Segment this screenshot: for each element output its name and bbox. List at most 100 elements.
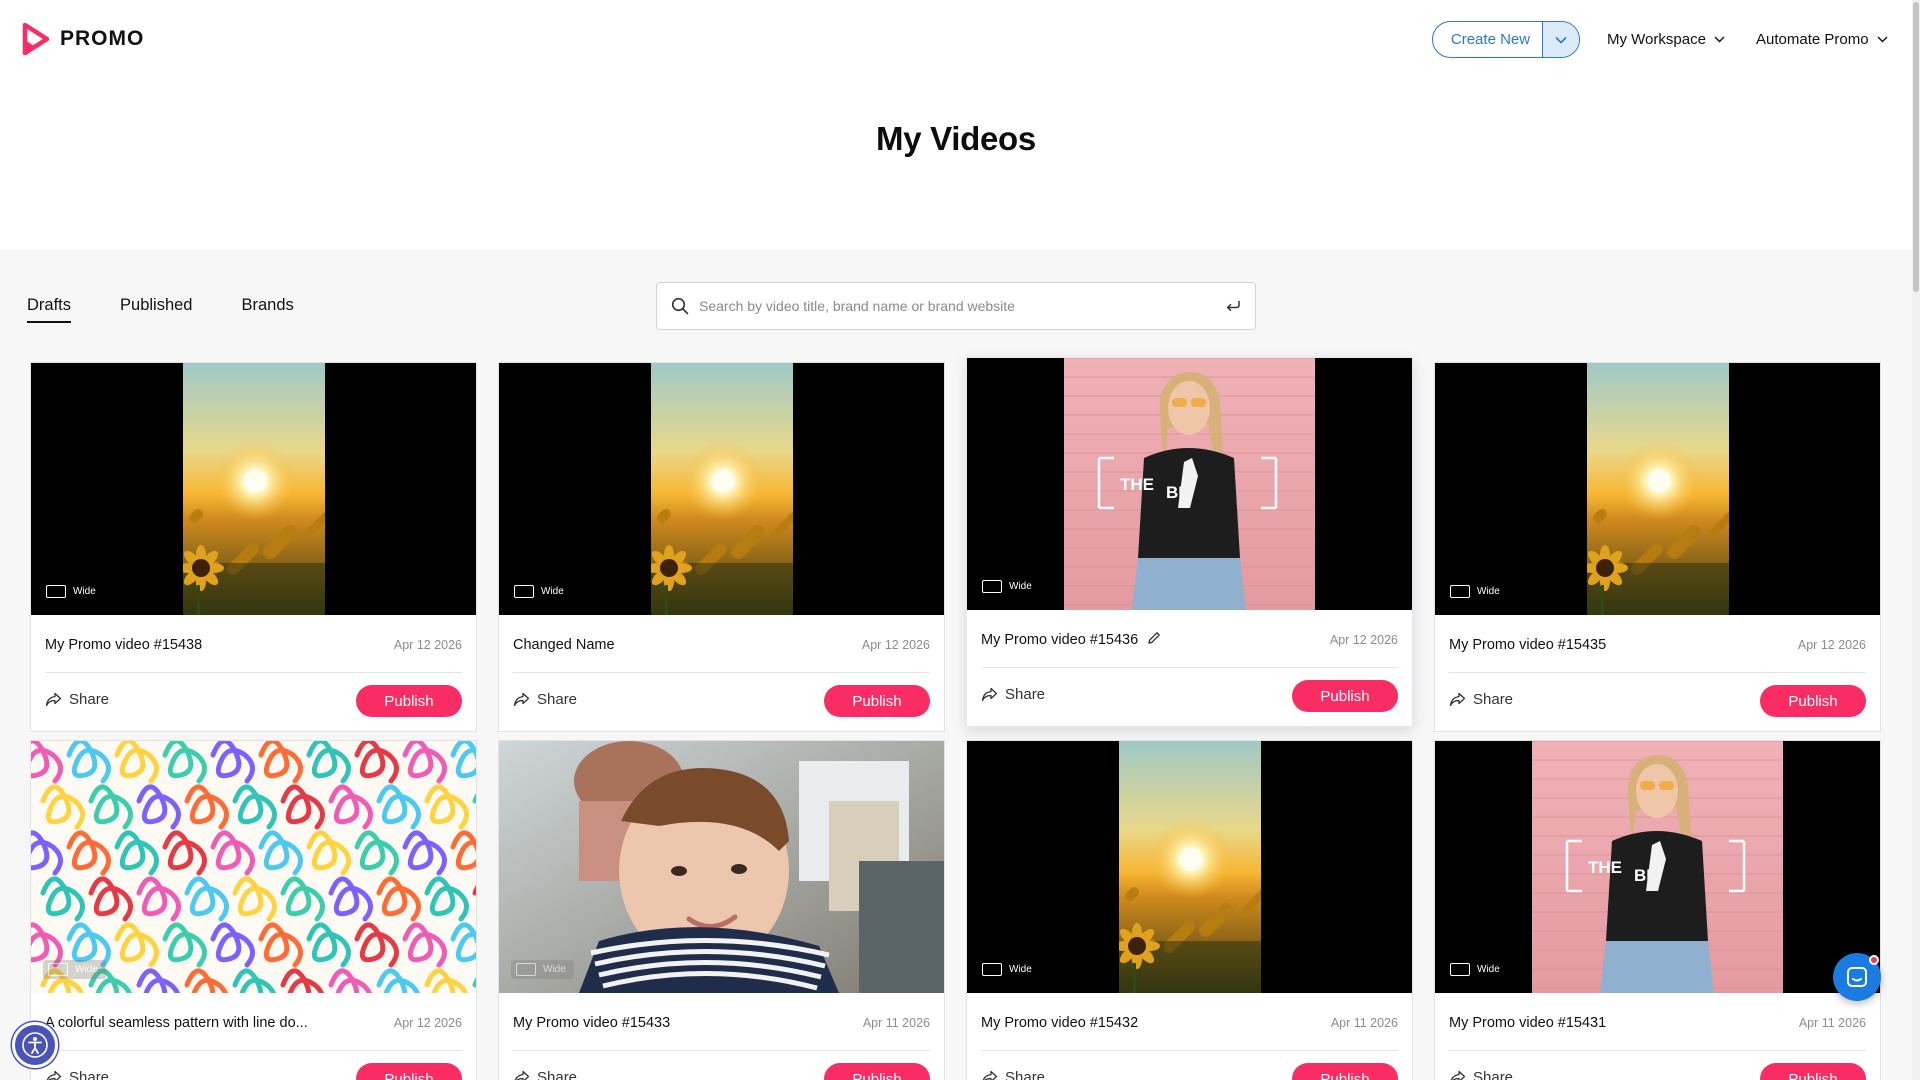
video-title[interactable]: Changed Name <box>513 637 615 653</box>
automate-promo-menu[interactable]: Automate Promo <box>1756 21 1888 58</box>
share-button[interactable]: Share <box>981 686 1045 703</box>
search-input[interactable] <box>699 298 1225 314</box>
colorful-pattern-image <box>31 741 476 993</box>
video-card[interactable]: THE BE Wide My Promo video #15436 Apr 12… <box>966 357 1413 727</box>
search-bar[interactable] <box>656 282 1256 330</box>
chat-support-button[interactable] <box>1833 953 1881 1001</box>
video-thumbnail[interactable]: Wide <box>499 363 944 615</box>
publish-button[interactable]: Publish <box>1760 685 1866 717</box>
video-card[interactable]: Wide My Promo video #15432 Apr 11 2026 S… <box>966 740 1413 1080</box>
pencil-icon[interactable] <box>1146 630 1162 646</box>
page-title: My Videos <box>876 120 1036 157</box>
video-title[interactable]: My Promo video #15438 <box>45 637 202 653</box>
video-title[interactable]: A colorful seamless pattern with line do… <box>45 1015 308 1031</box>
chat-notification-dot <box>1869 955 1879 965</box>
card-info: My Promo video #15438 Apr 12 2026 <box>45 615 462 673</box>
aspect-badge-label: Wide <box>543 964 566 975</box>
tshirt-print-text: THE <box>1588 858 1622 877</box>
create-new-dropdown-toggle[interactable] <box>1542 22 1579 57</box>
workspace-menu[interactable]: My Workspace <box>1607 21 1725 58</box>
publish-button[interactable]: Publish <box>824 685 930 717</box>
share-button[interactable]: Share <box>513 1069 577 1080</box>
aspect-badge: Wide <box>1450 963 1500 976</box>
video-thumbnail[interactable]: Wide <box>499 741 944 993</box>
aspect-badge: Wide <box>982 963 1032 976</box>
share-icon <box>46 1070 62 1080</box>
wide-aspect-icon <box>1450 963 1470 976</box>
share-button[interactable]: Share <box>45 1069 109 1080</box>
chevron-down-icon <box>1877 36 1888 43</box>
card-actions: Share Publish <box>1449 673 1866 731</box>
chevron-down-icon <box>1714 36 1725 43</box>
share-button[interactable]: Share <box>513 691 577 708</box>
wide-aspect-icon <box>516 963 536 976</box>
video-thumbnail[interactable]: THE BE Wide <box>1435 741 1880 993</box>
card-info: A colorful seamless pattern with line do… <box>45 993 462 1051</box>
video-card[interactable]: Wide Changed Name Apr 12 2026 Share Publ… <box>498 362 945 732</box>
publish-button[interactable]: Publish <box>1292 680 1398 712</box>
share-label: Share <box>537 1069 578 1080</box>
tab-published[interactable]: Published <box>120 296 192 323</box>
share-button[interactable]: Share <box>45 691 109 708</box>
card-info: My Promo video #15433 Apr 11 2026 <box>513 993 930 1051</box>
aspect-badge: Wide <box>46 585 96 598</box>
share-button[interactable]: Share <box>1449 1069 1513 1080</box>
sunflower-sunset-image <box>183 363 325 615</box>
child-closeup-image <box>499 741 944 993</box>
card-info: My Promo video #15432 Apr 11 2026 <box>981 993 1398 1051</box>
share-label: Share <box>537 691 578 708</box>
page-scrollbar-thumb[interactable] <box>1913 2 1919 292</box>
video-thumbnail[interactable]: Wide <box>1435 363 1880 615</box>
sunflower-sunset-image <box>1587 363 1729 615</box>
publish-button[interactable]: Publish <box>1760 1063 1866 1080</box>
video-card[interactable]: THE BE Wide My Promo video #15431 Apr 11… <box>1434 740 1881 1080</box>
wide-aspect-icon <box>48 963 68 976</box>
publish-button[interactable]: Publish <box>1292 1063 1398 1080</box>
aspect-badge: Wide <box>514 585 564 598</box>
video-thumbnail[interactable]: Wide <box>31 363 476 615</box>
card-actions: Share Publish <box>513 673 930 731</box>
create-new-button[interactable]: Create New <box>1432 21 1580 58</box>
publish-button[interactable]: Publish <box>356 685 462 717</box>
video-thumbnail[interactable]: THE BE Wide <box>967 358 1412 610</box>
video-card[interactable]: Wide My Promo video #15438 Apr 12 2026 S… <box>30 362 477 732</box>
video-title[interactable]: My Promo video #15435 <box>1449 637 1606 653</box>
video-date: Apr 12 2026 <box>1329 633 1398 647</box>
card-info: My Promo video #15436 Apr 12 2026 <box>981 610 1398 668</box>
search-icon <box>671 297 689 315</box>
publish-button[interactable]: Publish <box>824 1063 930 1080</box>
video-card[interactable]: Wide My Promo video #15433 Apr 11 2026 S… <box>498 740 945 1080</box>
video-card[interactable]: Wide A colorful seamless pattern with li… <box>30 740 477 1080</box>
tab-drafts[interactable]: Drafts <box>27 296 72 323</box>
aspect-badge-label: Wide <box>1477 586 1500 597</box>
top-header: PROMO Create New My Workspace Automate P… <box>0 0 1920 78</box>
card-info: My Promo video #15431 Apr 11 2026 <box>1449 993 1866 1051</box>
share-label: Share <box>1473 1069 1514 1080</box>
publish-button[interactable]: Publish <box>356 1063 462 1080</box>
share-icon <box>982 1070 998 1080</box>
share-button[interactable]: Share <box>1449 691 1513 708</box>
promo-logo[interactable]: PROMO <box>22 23 144 55</box>
wide-aspect-icon <box>46 585 66 598</box>
wide-aspect-icon <box>982 963 1002 976</box>
video-title[interactable]: My Promo video #15432 <box>981 1015 1138 1031</box>
aspect-badge: Wide <box>982 580 1032 593</box>
share-button[interactable]: Share <box>981 1069 1045 1080</box>
create-new-label[interactable]: Create New <box>1433 22 1542 57</box>
workspace-menu-label: My Workspace <box>1607 31 1706 48</box>
automate-promo-label: Automate Promo <box>1756 31 1869 48</box>
video-title[interactable]: My Promo video #15433 <box>513 1015 670 1031</box>
video-thumbnail[interactable]: Wide <box>967 741 1412 993</box>
share-icon <box>981 687 998 702</box>
video-card[interactable]: Wide My Promo video #15435 Apr 12 2026 S… <box>1434 362 1881 732</box>
share-label: Share <box>1005 1069 1046 1080</box>
tab-brands[interactable]: Brands <box>242 296 294 323</box>
video-title[interactable]: My Promo video #15431 <box>1449 1015 1606 1031</box>
video-thumbnail[interactable]: Wide <box>31 741 476 993</box>
tshirt-print-text: THE <box>1120 475 1154 494</box>
enter-icon[interactable] <box>1225 299 1241 313</box>
video-title[interactable]: My Promo video #15436 <box>981 632 1138 648</box>
accessibility-button[interactable] <box>12 1022 58 1068</box>
aspect-badge: Wide <box>43 960 106 979</box>
share-icon <box>45 692 62 707</box>
